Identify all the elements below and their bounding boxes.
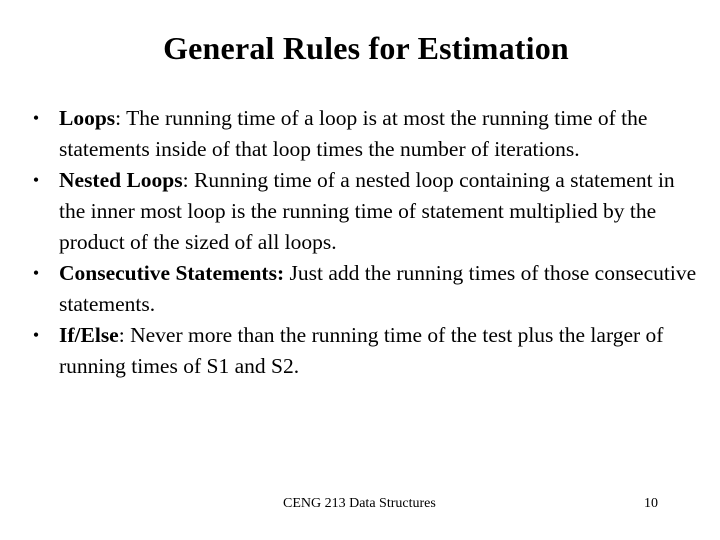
- bullet-icon: •: [32, 108, 40, 128]
- slide-title: General Rules for Estimation: [163, 30, 569, 66]
- footer-course-name: CENG 213 Data Structures: [283, 496, 436, 511]
- bullet-term: If/Else: [59, 323, 119, 347]
- bullet-item-if-else: • If/Else: Never more than the running t…: [30, 320, 700, 382]
- page-number: 10: [644, 496, 658, 511]
- bullet-item-nested-loops: • Nested Loops: Running time of a nested…: [30, 165, 700, 258]
- bullet-text: The running time of a loop is at most th…: [59, 106, 648, 161]
- bullet-icon: •: [32, 325, 40, 345]
- bullet-item-loops: • Loops: The running time of a loop is a…: [30, 103, 700, 165]
- bullet-term: Consecutive Statements:: [59, 261, 285, 285]
- bullet-term: Nested Loops: [59, 168, 183, 192]
- bullet-list: • Loops: The running time of a loop is a…: [30, 103, 700, 382]
- bullet-icon: •: [32, 263, 40, 283]
- bullet-text: Never more than the running time of the …: [59, 323, 664, 378]
- bullet-item-consecutive-statements: • Consecutive Statements: Just add the r…: [30, 258, 700, 320]
- bullet-icon: •: [32, 170, 40, 190]
- slide: General Rules for Estimation • Loops: Th…: [0, 0, 720, 540]
- bullet-term: Loops: [59, 106, 116, 130]
